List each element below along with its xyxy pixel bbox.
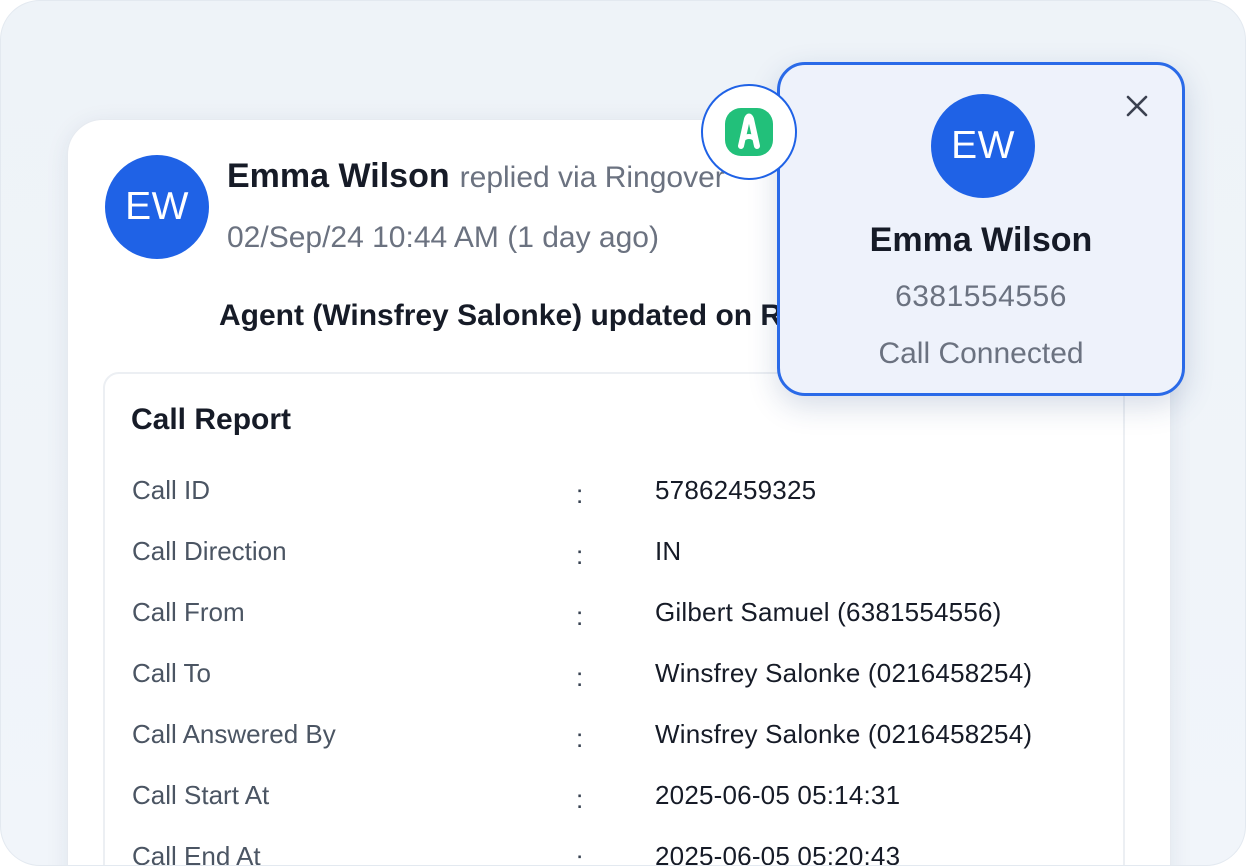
- report-row-value: IN: [655, 536, 682, 566]
- report-row: Call To : Winsfrey Salonke (0216458254): [1, 658, 1245, 698]
- report-row: Call Direction : IN: [1, 536, 1245, 576]
- popup-caller-name: Emma Wilson: [869, 221, 1093, 259]
- report-row-label: Call Direction: [132, 536, 287, 566]
- report-row-separator: :: [576, 479, 584, 509]
- report-row: Call Answered By : Winsfrey Salonke (021…: [1, 719, 1245, 759]
- report-row-separator: :: [576, 662, 584, 692]
- popup-caller-phone: 6381554556: [895, 280, 1067, 313]
- agent-update-text: Agent (Winsfrey Salonke) updated on R: [219, 299, 783, 332]
- close-icon[interactable]: [1120, 89, 1154, 123]
- message-header: Emma Wilson replied via Ringover: [227, 157, 725, 196]
- report-row-value: 2025-06-05 05:14:31: [655, 780, 901, 810]
- call-report-title: Call Report: [131, 403, 292, 436]
- report-row: Call Start At : 2025-06-05 05:14:31: [1, 780, 1245, 820]
- report-row: Call End At : 2025-06-05 05:20:43: [1, 841, 1245, 866]
- report-row-value: Gilbert Samuel (6381554556): [655, 597, 1002, 627]
- report-row-separator: :: [576, 723, 584, 753]
- report-row-label: Call End At: [132, 841, 261, 866]
- report-row-separator: :: [576, 845, 584, 866]
- popup-call-status: Call Connected: [878, 337, 1084, 370]
- report-row-label: Call ID: [132, 475, 211, 505]
- message-timestamp: 02/Sep/24 10:44 AM (1 day ago): [227, 221, 659, 254]
- report-row-value: Winsfrey Salonke (0216458254): [655, 658, 1033, 688]
- report-row-value: 57862459325: [655, 475, 817, 505]
- popup-avatar: EW: [931, 94, 1035, 198]
- canvas-background: EW Emma Wilson replied via Ringover 02/Se…: [0, 0, 1246, 866]
- sender-name[interactable]: Emma Wilson: [227, 157, 450, 195]
- report-row-label: Call Start At: [132, 780, 270, 810]
- report-row-separator: :: [576, 601, 584, 631]
- report-row-label: Call Answered By: [132, 719, 336, 749]
- report-row: Call From : Gilbert Samuel (6381554556): [1, 597, 1245, 637]
- report-row-separator: :: [576, 540, 584, 570]
- ringover-logo-icon: [701, 84, 797, 180]
- report-row-separator: :: [576, 784, 584, 814]
- report-row-value: Winsfrey Salonke (0216458254): [655, 719, 1033, 749]
- via-text: replied via Ringover: [459, 161, 725, 194]
- avatar: EW: [105, 155, 209, 259]
- report-row: Call ID : 57862459325: [1, 475, 1245, 515]
- incoming-call-popup: EW Emma Wilson 6381554556 Call Connected: [777, 62, 1185, 396]
- report-row-label: Call To: [132, 658, 212, 688]
- report-row-value: 2025-06-05 05:20:43: [655, 841, 901, 866]
- report-row-label: Call From: [132, 597, 245, 627]
- ringover-logo-glyph: [725, 108, 773, 156]
